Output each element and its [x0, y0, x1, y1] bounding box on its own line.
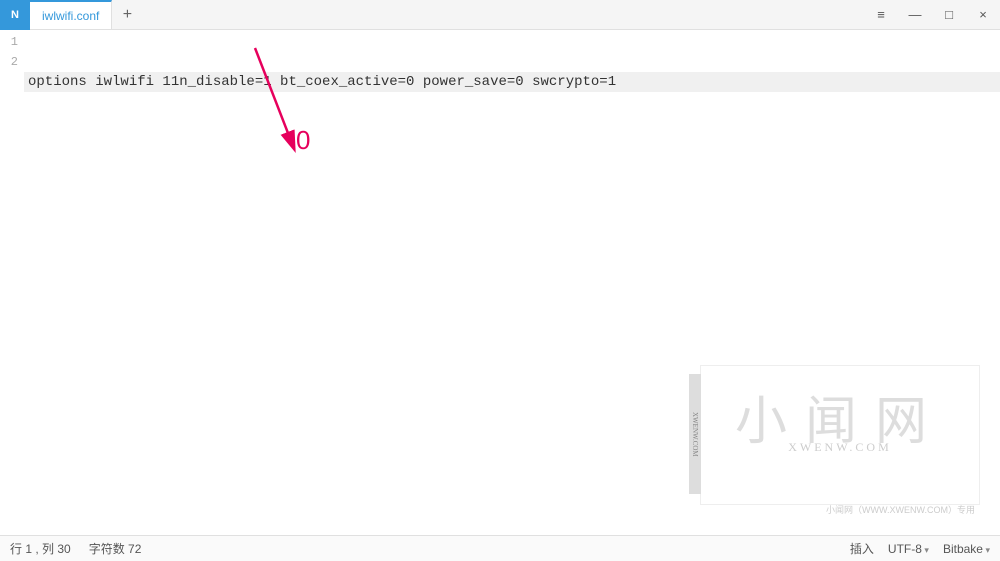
- watermark: XWENW.COM 小闻网 XWENW.COM 小闻网（WWW.XWENW.CO…: [700, 365, 980, 505]
- status-encoding-selector[interactable]: UTF-8: [888, 542, 929, 556]
- line-number-gutter: 1 2: [0, 30, 24, 535]
- status-insert-mode[interactable]: 插入: [850, 540, 874, 557]
- status-cursor-pos[interactable]: 行 1 , 列 30: [10, 540, 71, 557]
- tab-file[interactable]: iwlwifi.conf: [30, 0, 112, 29]
- watermark-tagline: 小闻网（WWW.XWENW.COM）专用: [826, 500, 975, 520]
- minimize-button[interactable]: —: [898, 0, 932, 30]
- new-tab-button[interactable]: +: [112, 0, 142, 29]
- status-char-count[interactable]: 字符数 72: [89, 540, 142, 557]
- editor-area[interactable]: 1 2 options iwlwifi 11n_disable=1 bt_coe…: [0, 30, 1000, 535]
- hamburger-menu-button[interactable]: ≡: [864, 0, 898, 30]
- plus-icon: +: [123, 6, 132, 24]
- watermark-text: 小闻网: [735, 413, 945, 433]
- status-bar: 行 1 , 列 30 字符数 72 插入 UTF-8 Bitbake: [0, 535, 1000, 561]
- watermark-url: XWENW.COM: [788, 437, 892, 457]
- code-line[interactable]: [24, 132, 1000, 152]
- status-language-selector[interactable]: Bitbake: [943, 542, 990, 556]
- line-number: 2: [0, 52, 24, 72]
- tab-strip: iwlwifi.conf +: [30, 0, 142, 29]
- maximize-button[interactable]: □: [932, 0, 966, 30]
- watermark-side-tab: XWENW.COM: [689, 374, 701, 494]
- close-button[interactable]: ×: [966, 0, 1000, 30]
- minimize-icon: —: [909, 7, 922, 22]
- tab-label: iwlwifi.conf: [42, 9, 99, 23]
- window-controls: ≡ — □ ×: [864, 0, 1000, 30]
- app-icon: N: [0, 0, 30, 30]
- code-line[interactable]: options iwlwifi 11n_disable=1 bt_coex_ac…: [24, 72, 1000, 92]
- code-content[interactable]: options iwlwifi 11n_disable=1 bt_coex_ac…: [24, 30, 1000, 535]
- title-bar: N iwlwifi.conf + ≡ — □ ×: [0, 0, 1000, 30]
- close-icon: ×: [979, 7, 987, 22]
- line-number: 1: [0, 32, 24, 52]
- app-icon-letter: N: [11, 9, 19, 21]
- maximize-icon: □: [945, 7, 953, 22]
- hamburger-icon: ≡: [877, 7, 885, 22]
